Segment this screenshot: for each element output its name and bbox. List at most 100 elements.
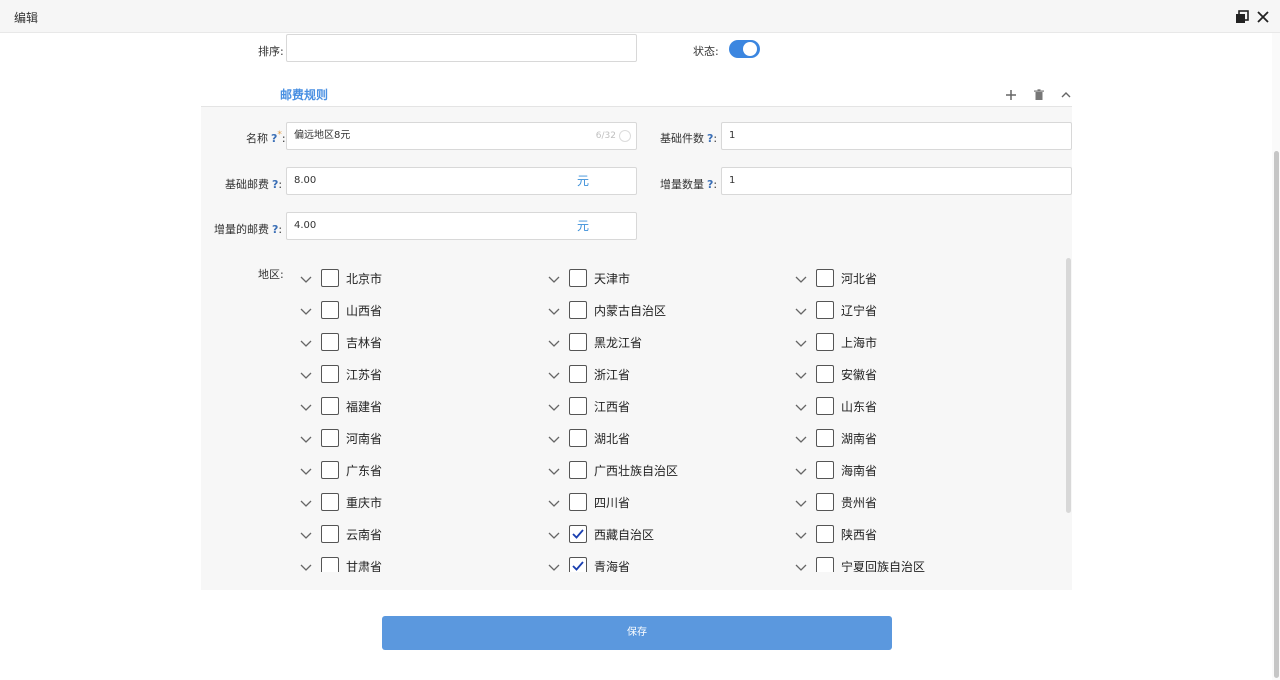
chevron-down-icon[interactable] [794, 527, 808, 541]
region-checkbox[interactable] [569, 301, 587, 319]
chevron-down-icon[interactable] [794, 559, 808, 572]
region-checkbox[interactable] [569, 365, 587, 383]
region-checkbox[interactable] [816, 461, 834, 479]
chevron-down-icon[interactable] [299, 335, 313, 349]
region-checkbox[interactable] [816, 333, 834, 351]
chevron-down-icon[interactable] [299, 303, 313, 317]
chevron-up-icon[interactable] [1059, 87, 1073, 101]
region-item[interactable]: 宁夏回族自治区 [794, 554, 925, 572]
trash-icon[interactable] [1032, 87, 1046, 101]
region-checkbox[interactable] [816, 557, 834, 572]
base-count-input[interactable]: 1 [721, 122, 1072, 150]
region-item[interactable]: 云南省 [299, 522, 382, 546]
chevron-down-icon[interactable] [547, 367, 561, 381]
region-checkbox[interactable] [321, 301, 339, 319]
region-item[interactable]: 浙江省 [547, 362, 630, 386]
page-scrollbar-thumb[interactable] [1274, 151, 1279, 678]
region-checkbox[interactable] [816, 269, 834, 287]
region-item[interactable]: 河北省 [794, 266, 877, 290]
region-checkbox[interactable] [569, 269, 587, 287]
restore-icon[interactable] [1235, 9, 1249, 23]
region-checkbox[interactable] [321, 333, 339, 351]
base-fee-input[interactable]: 8.00 元 [286, 167, 637, 195]
region-item[interactable]: 甘肃省 [299, 554, 382, 572]
chevron-down-icon[interactable] [299, 463, 313, 477]
region-checkbox[interactable] [569, 557, 587, 572]
chevron-down-icon[interactable] [299, 559, 313, 572]
sort-input[interactable] [286, 34, 637, 62]
region-item[interactable]: 广西壮族自治区 [547, 458, 678, 482]
page-scrollbar[interactable] [1272, 33, 1280, 680]
chevron-down-icon[interactable] [547, 527, 561, 541]
region-checkbox[interactable] [816, 301, 834, 319]
chevron-down-icon[interactable] [547, 559, 561, 572]
region-item[interactable]: 江西省 [547, 394, 630, 418]
region-checkbox[interactable] [321, 461, 339, 479]
region-item[interactable]: 四川省 [547, 490, 630, 514]
chevron-down-icon[interactable] [299, 367, 313, 381]
inc-count-input[interactable]: 1 [721, 167, 1072, 195]
region-item[interactable]: 西藏自治区 [547, 522, 654, 546]
region-checkbox[interactable] [321, 525, 339, 543]
chevron-down-icon[interactable] [794, 431, 808, 445]
chevron-down-icon[interactable] [547, 399, 561, 413]
region-item[interactable]: 贵州省 [794, 490, 877, 514]
region-checkbox[interactable] [816, 525, 834, 543]
chevron-down-icon[interactable] [547, 303, 561, 317]
save-button[interactable]: 保存 [382, 616, 892, 650]
chevron-down-icon[interactable] [794, 463, 808, 477]
region-item[interactable]: 福建省 [299, 394, 382, 418]
chevron-down-icon[interactable] [299, 527, 313, 541]
chevron-down-icon[interactable] [299, 399, 313, 413]
status-toggle[interactable] [729, 40, 760, 58]
region-item[interactable]: 北京市 [299, 266, 382, 290]
region-checkbox[interactable] [816, 397, 834, 415]
region-item[interactable]: 吉林省 [299, 330, 382, 354]
region-item[interactable]: 广东省 [299, 458, 382, 482]
region-checkbox[interactable] [816, 429, 834, 447]
inc-fee-input[interactable]: 4.00 元 [286, 212, 637, 240]
region-item[interactable]: 天津市 [547, 266, 630, 290]
chevron-down-icon[interactable] [794, 271, 808, 285]
chevron-down-icon[interactable] [794, 367, 808, 381]
region-checkbox[interactable] [569, 429, 587, 447]
region-item[interactable]: 内蒙古自治区 [547, 298, 666, 322]
name-input[interactable]: 偏远地区8元 6/32 [286, 122, 637, 150]
region-item[interactable]: 山西省 [299, 298, 382, 322]
chevron-down-icon[interactable] [547, 335, 561, 349]
region-item[interactable]: 河南省 [299, 426, 382, 450]
chevron-down-icon[interactable] [547, 431, 561, 445]
region-checkbox[interactable] [569, 461, 587, 479]
chevron-down-icon[interactable] [794, 303, 808, 317]
region-checkbox[interactable] [569, 525, 587, 543]
region-item[interactable]: 黑龙江省 [547, 330, 642, 354]
region-checkbox[interactable] [321, 557, 339, 572]
chevron-down-icon[interactable] [547, 495, 561, 509]
chevron-down-icon[interactable] [299, 431, 313, 445]
chevron-down-icon[interactable] [794, 495, 808, 509]
region-checkbox[interactable] [321, 269, 339, 287]
chevron-down-icon[interactable] [794, 399, 808, 413]
region-item[interactable]: 江苏省 [299, 362, 382, 386]
region-item[interactable]: 辽宁省 [794, 298, 877, 322]
chevron-down-icon[interactable] [547, 463, 561, 477]
region-scrollbar[interactable] [1066, 258, 1071, 513]
region-item[interactable]: 重庆市 [299, 490, 382, 514]
plus-icon[interactable] [1004, 87, 1018, 101]
region-item[interactable]: 海南省 [794, 458, 877, 482]
region-checkbox[interactable] [321, 429, 339, 447]
region-item[interactable]: 上海市 [794, 330, 877, 354]
chevron-down-icon[interactable] [299, 495, 313, 509]
region-checkbox[interactable] [321, 493, 339, 511]
region-item[interactable]: 湖南省 [794, 426, 877, 450]
region-checkbox[interactable] [816, 493, 834, 511]
chevron-down-icon[interactable] [547, 271, 561, 285]
chevron-down-icon[interactable] [299, 271, 313, 285]
region-checkbox[interactable] [569, 397, 587, 415]
clear-icon[interactable] [619, 130, 631, 142]
region-checkbox[interactable] [321, 397, 339, 415]
region-checkbox[interactable] [569, 333, 587, 351]
region-item[interactable]: 山东省 [794, 394, 877, 418]
region-checkbox[interactable] [569, 493, 587, 511]
chevron-down-icon[interactable] [794, 335, 808, 349]
